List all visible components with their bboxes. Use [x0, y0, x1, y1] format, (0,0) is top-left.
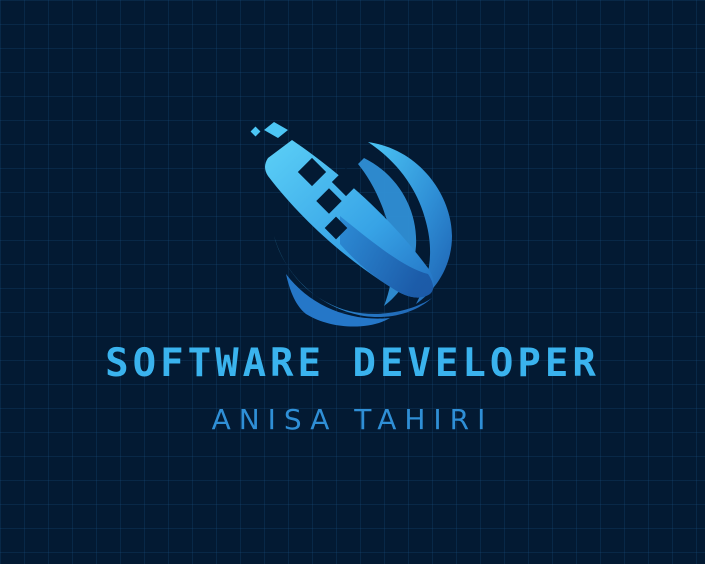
logo-title: SOFTWARE DEVELOPER [105, 341, 600, 386]
pixel-fly-1 [250, 126, 261, 137]
logo-card: SOFTWARE DEVELOPER ANISA TAHIRI [0, 0, 705, 564]
globe-band-bottom-lower [286, 274, 390, 327]
logo-subtitle: ANISA TAHIRI [211, 403, 494, 436]
globe-cursor-icon [250, 122, 452, 327]
pixel-fly-2 [264, 122, 288, 138]
